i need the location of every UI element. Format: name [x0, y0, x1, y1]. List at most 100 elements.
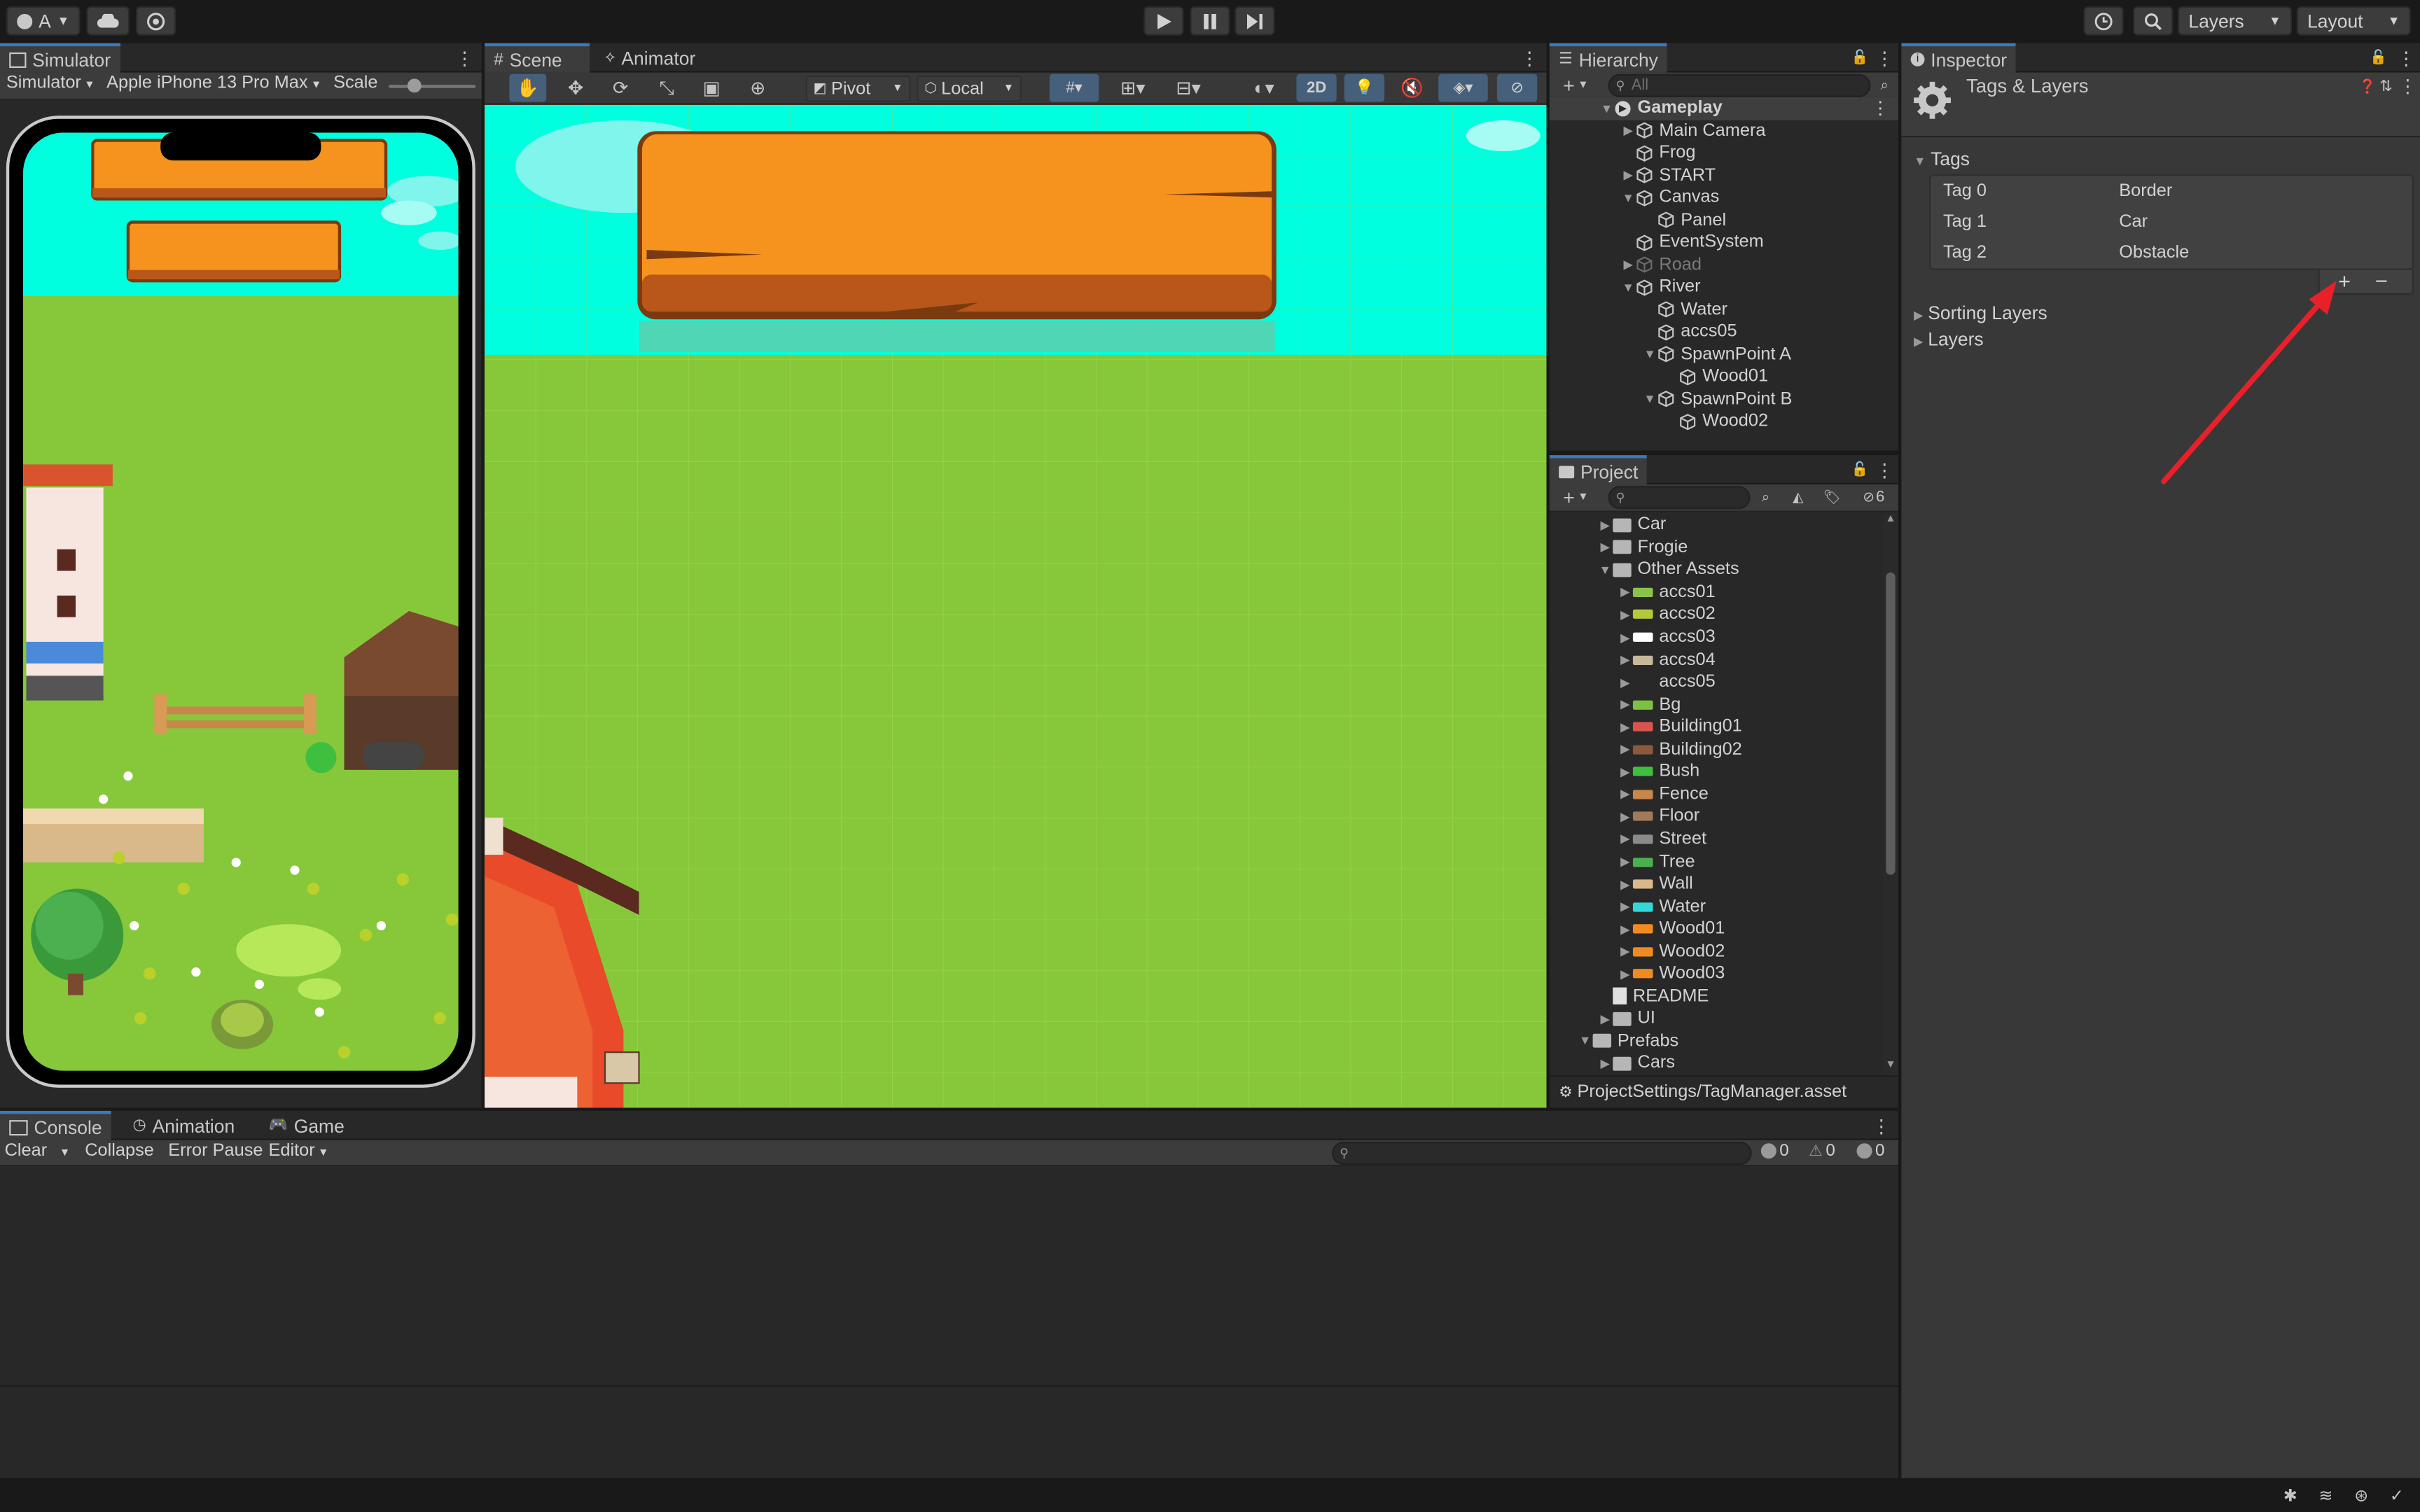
lock-icon[interactable]: 🔓 — [1851, 455, 1869, 484]
network-icon[interactable]: ⊛ — [2349, 1483, 2374, 1507]
scene-viewport[interactable] — [485, 104, 1547, 1108]
increment-snap-icon[interactable]: ⊟▾ — [1164, 74, 1214, 102]
project-item[interactable]: ▶ Frogie — [1550, 536, 1883, 559]
cloud-button[interactable] — [86, 6, 130, 36]
hierarchy-item[interactable]: Panel — [1550, 209, 1898, 232]
tab-inspector[interactable]: i Inspector — [1901, 43, 2017, 73]
expand-arrow-closed-icon[interactable]: ▶ — [1597, 540, 1613, 554]
hierarchy-item[interactable]: Water — [1550, 298, 1898, 321]
expand-arrow-closed-icon[interactable]: ▶ — [1618, 855, 1633, 869]
grid-snap-button[interactable]: #▾ — [1049, 74, 1099, 102]
expand-arrow-closed-icon[interactable]: ▶ — [1620, 169, 1636, 183]
expand-arrow-closed-icon[interactable]: ▶ — [1618, 788, 1633, 802]
search-button[interactable] — [2133, 6, 2174, 36]
hierarchy-item[interactable]: ▼ Canvas — [1550, 187, 1898, 209]
tab-animation[interactable]: ◷ Animation — [123, 1111, 244, 1140]
expand-arrow-closed-icon[interactable]: ▶ — [1618, 585, 1633, 599]
create-dropdown-button[interactable]: + ▼ — [1556, 484, 1596, 510]
help-icon[interactable]: ❓ — [2358, 76, 2377, 97]
hierarchy-item[interactable]: Frog — [1550, 142, 1898, 164]
project-item[interactable]: ▶ Wall — [1550, 873, 1883, 895]
expand-arrow-closed-icon[interactable]: ▶ — [1618, 698, 1633, 712]
scene-visibility-button[interactable]: ⊘ — [1496, 74, 1538, 102]
project-item[interactable]: README — [1550, 985, 1883, 1007]
expand-arrow-closed-icon[interactable]: ▶ — [1618, 922, 1633, 936]
project-item[interactable]: ▶ Wood02 — [1550, 940, 1883, 962]
hierarchy-item[interactable]: ▶ Main Camera — [1550, 120, 1898, 142]
project-item[interactable]: ▶ Street — [1550, 828, 1883, 850]
lock-icon[interactable]: 🔓 — [2370, 43, 2387, 73]
tags-foldout[interactable]: ▼ Tags — [1914, 148, 1970, 170]
hierarchy-item[interactable]: Wood01 — [1550, 365, 1898, 388]
expand-arrow-closed-icon[interactable]: ▶ — [1597, 1012, 1613, 1026]
expand-arrow-open-icon[interactable]: ▼ — [1620, 281, 1636, 295]
transform-tool-icon[interactable]: ⊕ — [741, 74, 774, 102]
expand-arrow-closed-icon[interactable]: ▶ — [1618, 608, 1633, 622]
hierarchy-item[interactable]: ▼ Gameplay ⋮ — [1549, 97, 1899, 120]
console-detail-area[interactable] — [0, 1385, 1899, 1478]
kebab-menu-icon[interactable]: ⋮ — [1872, 1111, 1891, 1140]
expand-arrow-closed-icon[interactable]: ▶ — [1618, 630, 1633, 644]
expand-arrow-closed-icon[interactable]: ▶ — [1597, 518, 1613, 532]
bug-icon[interactable]: ✱ — [2278, 1483, 2302, 1507]
expand-arrow-open-icon[interactable]: ▼ — [1599, 102, 1614, 115]
play-button[interactable] — [1143, 6, 1184, 36]
project-item[interactable]: ▶ Bg — [1550, 693, 1883, 715]
simulator-mode-dropdown[interactable]: Simulator ▼ — [6, 74, 95, 92]
scroll-up-arrow[interactable]: ▲ — [1883, 514, 1898, 529]
clear-button[interactable]: Clear ▼ — [5, 1142, 71, 1160]
kebab-menu-icon[interactable]: ⋮ — [1871, 97, 1889, 119]
local-dropdown[interactable]: ⬡ Local ▼ — [917, 75, 1022, 102]
project-item[interactable]: ▶ Water — [1550, 895, 1883, 918]
hierarchy-item[interactable]: accs05 — [1550, 321, 1898, 343]
2d-toggle-button[interactable]: 2D — [1296, 74, 1337, 102]
tab-console[interactable]: Console — [0, 1110, 111, 1140]
kebab-menu-icon[interactable]: ⋮ — [1520, 43, 1538, 73]
expand-arrow-closed-icon[interactable]: ▶ — [1618, 832, 1633, 846]
hierarchy-item[interactable]: ▼ SpawnPoint A — [1550, 343, 1898, 365]
tab-project[interactable]: Project — [1549, 455, 1648, 485]
expand-arrow-closed-icon[interactable]: ▶ — [1618, 720, 1633, 734]
console-log-area[interactable] — [0, 1166, 1899, 1385]
project-item[interactable]: ▶ Building02 — [1550, 738, 1883, 761]
expand-arrow-closed-icon[interactable]: ▶ — [1597, 1057, 1613, 1071]
error-pause-button[interactable]: Error Pause — [168, 1142, 263, 1160]
project-item[interactable]: ▼ Prefabs — [1550, 1030, 1883, 1053]
scroll-down-arrow[interactable]: ▼ — [1883, 1060, 1898, 1075]
layers-dropdown[interactable]: Layers ▼ — [2177, 6, 2293, 36]
layers-foldout[interactable]: ▶ Layers — [1914, 328, 1984, 350]
layers-stack-icon[interactable]: ≋ — [2314, 1483, 2338, 1507]
error-count-toggle[interactable]: 0 — [1856, 1142, 1884, 1160]
hierarchy-item[interactable]: ▶ START — [1550, 164, 1898, 187]
project-item[interactable]: ▶ accs01 — [1550, 581, 1883, 603]
scale-tool-icon[interactable]: ⤡ — [650, 74, 683, 102]
kebab-menu-icon[interactable]: ⋮ — [2398, 76, 2416, 97]
pivot-dropdown[interactable]: ◩ Pivot ▼ — [805, 75, 911, 102]
scale-slider-thumb[interactable] — [407, 78, 422, 93]
expand-arrow-closed-icon[interactable]: ▶ — [1618, 944, 1633, 958]
hierarchy-item[interactable]: ▶ Road — [1550, 254, 1898, 276]
project-item[interactable]: ▶ accs02 — [1550, 603, 1883, 626]
tag-row[interactable]: Tag 1 Car — [1931, 213, 2412, 237]
expand-arrow-closed-icon[interactable]: ▶ — [1618, 899, 1633, 913]
expand-arrow-closed-icon[interactable]: ▶ — [1618, 967, 1633, 981]
kebab-menu-icon[interactable]: ⋮ — [2397, 43, 2415, 73]
kebab-menu-icon[interactable]: ⋮ — [455, 43, 473, 73]
hierarchy-item[interactable]: ▼ SpawnPoint B — [1550, 388, 1898, 410]
expand-arrow-closed-icon[interactable]: ▶ — [1618, 765, 1633, 779]
project-search-input[interactable]: ⚲ — [1608, 486, 1751, 510]
tab-hierarchy[interactable]: ☰ Hierarchy — [1549, 43, 1668, 73]
project-item[interactable]: ▶ Fence — [1550, 783, 1883, 806]
expand-arrow-closed-icon[interactable]: ▶ — [1620, 258, 1636, 272]
lighting-toggle-button[interactable]: 💡 — [1344, 74, 1385, 102]
scale-slider[interactable] — [389, 78, 475, 93]
history-button[interactable] — [2083, 6, 2124, 36]
expand-arrow-open-icon[interactable]: ▼ — [1620, 191, 1636, 205]
hierarchy-item[interactable]: ▼ River — [1550, 276, 1898, 299]
expand-arrow-closed-icon[interactable]: ▶ — [1618, 877, 1633, 891]
kebab-menu-icon[interactable]: ⋮ — [1875, 43, 1893, 73]
check-circle-icon[interactable]: ✓ — [2384, 1483, 2409, 1507]
filter-by-type-icon[interactable]: ◭ — [1784, 484, 1812, 510]
tab-game[interactable]: 🎮 Game — [259, 1111, 354, 1140]
draw-mode-icon[interactable]: ◐▾ — [1241, 74, 1287, 102]
